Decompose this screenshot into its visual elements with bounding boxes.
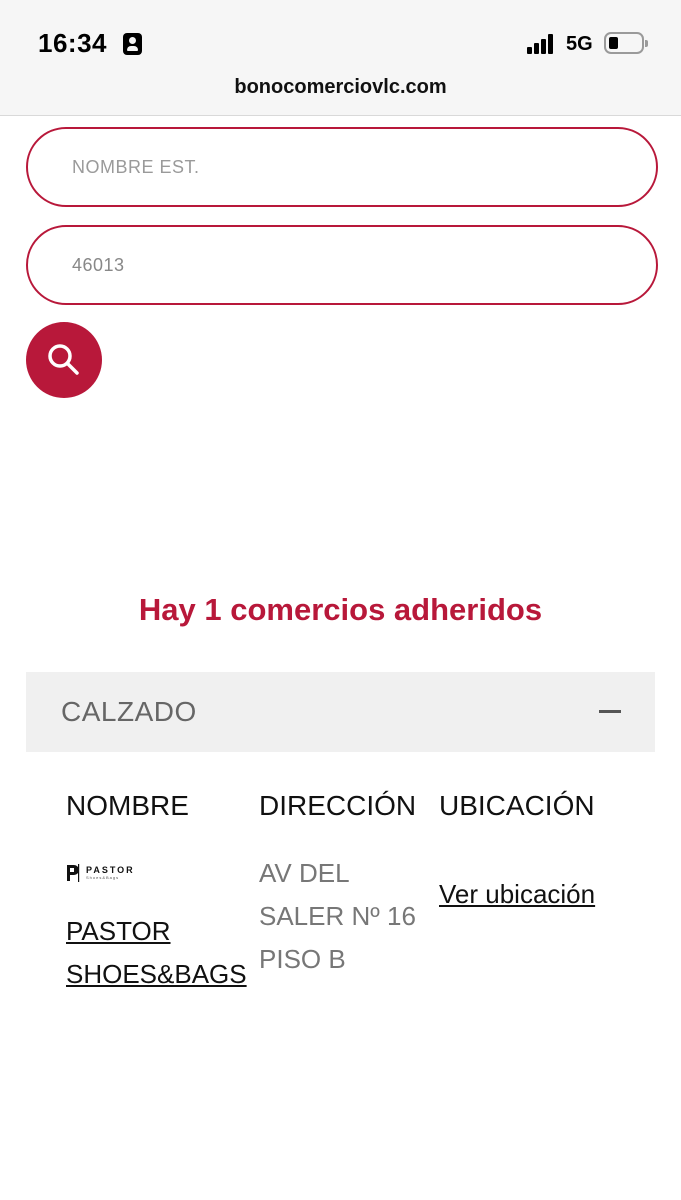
postal-code-input[interactable] <box>28 227 656 303</box>
view-location-link[interactable]: Ver ubicación <box>439 873 619 916</box>
postal-code-field[interactable] <box>26 225 658 305</box>
address-bar-url[interactable]: bonocomerciovlc.com <box>0 76 681 99</box>
column-header-location: UBICACIÓN <box>439 790 595 821</box>
results-count: Hay 1 comercios adheridos <box>138 592 543 627</box>
logo-subtext: Shoes&Bags <box>86 875 120 880</box>
collapse-minus-icon[interactable] <box>599 710 621 713</box>
search-button[interactable] <box>26 322 102 398</box>
signal-icon <box>527 34 557 54</box>
status-time: 16:34 <box>38 28 107 58</box>
pastor-logo-mark-icon <box>67 864 80 882</box>
store-address: AV DEL SALER Nº 16 PISO B <box>259 858 416 974</box>
store-logo: PASTOR Shoes&Bags <box>66 864 146 882</box>
category-accordion-header[interactable]: CALZADO <box>26 672 655 752</box>
battery-icon <box>604 32 648 54</box>
store-name-link[interactable]: PASTOR SHOES&BAGS <box>66 910 256 996</box>
establishment-name-field[interactable] <box>26 127 658 207</box>
category-title: CALZADO <box>61 696 197 727</box>
search-icon <box>48 344 79 375</box>
browser-top-bar: 16:34 5G bonocomerciovlc.com <box>0 0 681 116</box>
logo-text: PASTOR <box>86 865 135 875</box>
column-header-name: NOMBRE <box>66 790 189 821</box>
contact-card-icon <box>123 33 142 55</box>
column-header-address: DIRECCIÓN <box>259 790 417 821</box>
establishment-name-input[interactable] <box>28 129 656 205</box>
network-type: 5G <box>566 33 593 55</box>
